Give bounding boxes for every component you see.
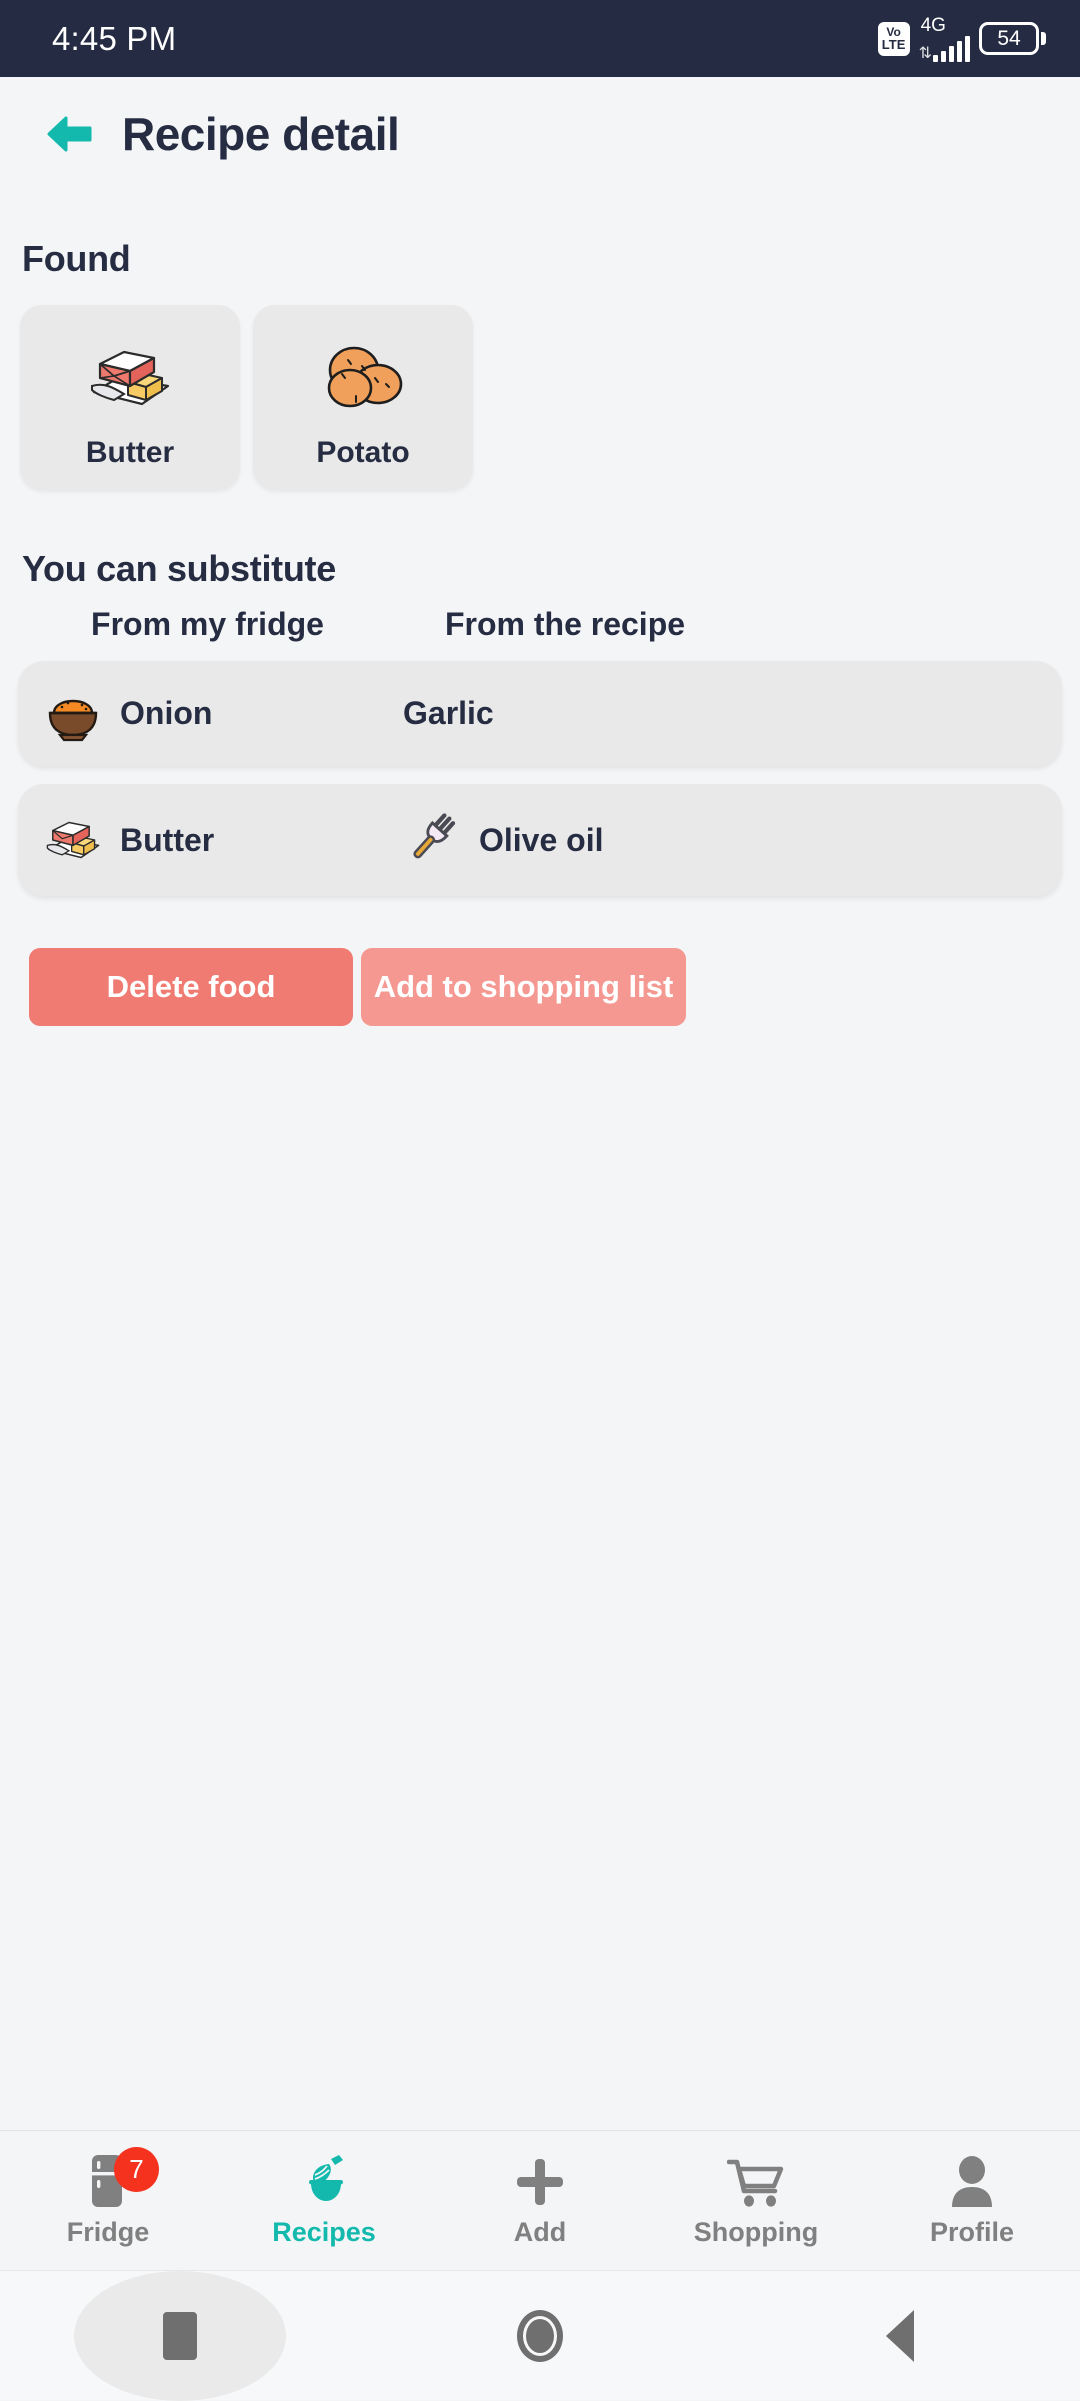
nav-label-shopping: Shopping xyxy=(693,2217,819,2247)
page-title: Recipe detail xyxy=(122,107,400,160)
onion-bowl-emoji xyxy=(42,683,104,745)
nav-label-profile: Profile xyxy=(929,2217,1015,2247)
potato-emoji xyxy=(320,333,406,423)
nav-item-shopping[interactable]: Shopping xyxy=(648,2153,864,2248)
app-bar: Recipe detail xyxy=(0,77,1080,190)
substitute-row[interactable]: Butter Olive oil xyxy=(18,784,1062,896)
signal-bars-icon xyxy=(933,35,970,62)
status-clock: 4:45 PM xyxy=(52,19,177,57)
food-card-butter[interactable]: Butter xyxy=(20,305,240,490)
food-card-label: Butter xyxy=(85,436,175,469)
network-type-label: 4G xyxy=(920,14,946,36)
battery-icon: 54 xyxy=(979,22,1046,55)
data-transfer-icon: ⇅ xyxy=(918,44,932,62)
battery-level-text: 54 xyxy=(979,22,1039,55)
substitute-recipe-label: Olive oil xyxy=(479,821,604,858)
food-card-label: Potato xyxy=(316,436,410,469)
square-recents-icon xyxy=(163,2311,197,2360)
add-to-shopping-list-button[interactable]: Add to shopping list xyxy=(361,948,686,1026)
status-indicators: Vo LTE 4G ⇅ 54 xyxy=(877,16,1046,62)
nav-item-add[interactable]: Add xyxy=(432,2153,648,2248)
cart-icon xyxy=(727,2159,784,2207)
fridge-badge-count: 7 xyxy=(114,2147,159,2192)
nav-label-fridge: Fridge xyxy=(66,2217,150,2247)
found-items-row: Butter Potato xyxy=(20,305,1080,490)
column-header-recipe: From the recipe xyxy=(444,606,686,642)
food-card-potato[interactable]: Potato xyxy=(253,305,473,490)
volte-icon: Vo LTE xyxy=(877,21,910,56)
fork-emoji xyxy=(403,809,465,871)
status-bar: 4:45 PM Vo LTE 4G ⇅ 54 xyxy=(0,0,1080,77)
nav-label-recipes: Recipes xyxy=(272,2217,376,2247)
home-button[interactable] xyxy=(360,2271,720,2400)
main-content: Found Butter Potato You can substitute F… xyxy=(0,238,1080,1026)
circle-home-icon xyxy=(517,2309,563,2362)
bottom-navigation: 7 Fridge Recipes Add Shopping Profile xyxy=(0,2130,1080,2270)
action-buttons-row: Delete food Add to shopping list xyxy=(29,948,1080,1026)
substitute-fridge-label: Onion xyxy=(120,695,213,731)
delete-food-button[interactable]: Delete food xyxy=(29,948,353,1026)
nav-label-add: Add xyxy=(513,2217,567,2247)
substitute-section-label: You can substitute xyxy=(22,548,336,589)
butter-emoji xyxy=(84,333,176,423)
found-section-label: Found xyxy=(22,238,131,279)
battery-tip xyxy=(1041,32,1046,45)
substitute-row[interactable]: Onion Garlic xyxy=(18,661,1062,766)
android-system-nav xyxy=(0,2270,1080,2401)
nav-item-profile[interactable]: Profile xyxy=(864,2153,1080,2248)
substitute-column-headers: From my fridge From the recipe xyxy=(0,606,1080,643)
whisk-bowl-icon xyxy=(309,2155,343,2201)
nav-item-fridge[interactable]: 7 Fridge xyxy=(0,2147,216,2248)
back-arrow-icon[interactable] xyxy=(44,109,94,159)
plus-icon xyxy=(517,2159,563,2205)
volte-bottom-text: LTE xyxy=(881,37,906,52)
back-button[interactable] xyxy=(720,2271,1080,2400)
substitute-recipe-label: Garlic xyxy=(403,695,494,731)
butter-emoji xyxy=(42,809,104,871)
column-header-fridge: From my fridge xyxy=(91,606,324,642)
nav-item-recipes[interactable]: Recipes xyxy=(216,2153,432,2248)
substitute-fridge-label: Butter xyxy=(120,821,215,858)
person-icon xyxy=(952,2156,992,2207)
network-indicator: 4G ⇅ xyxy=(919,16,970,62)
triangle-back-icon xyxy=(886,2309,914,2362)
recents-button[interactable] xyxy=(0,2270,360,2401)
